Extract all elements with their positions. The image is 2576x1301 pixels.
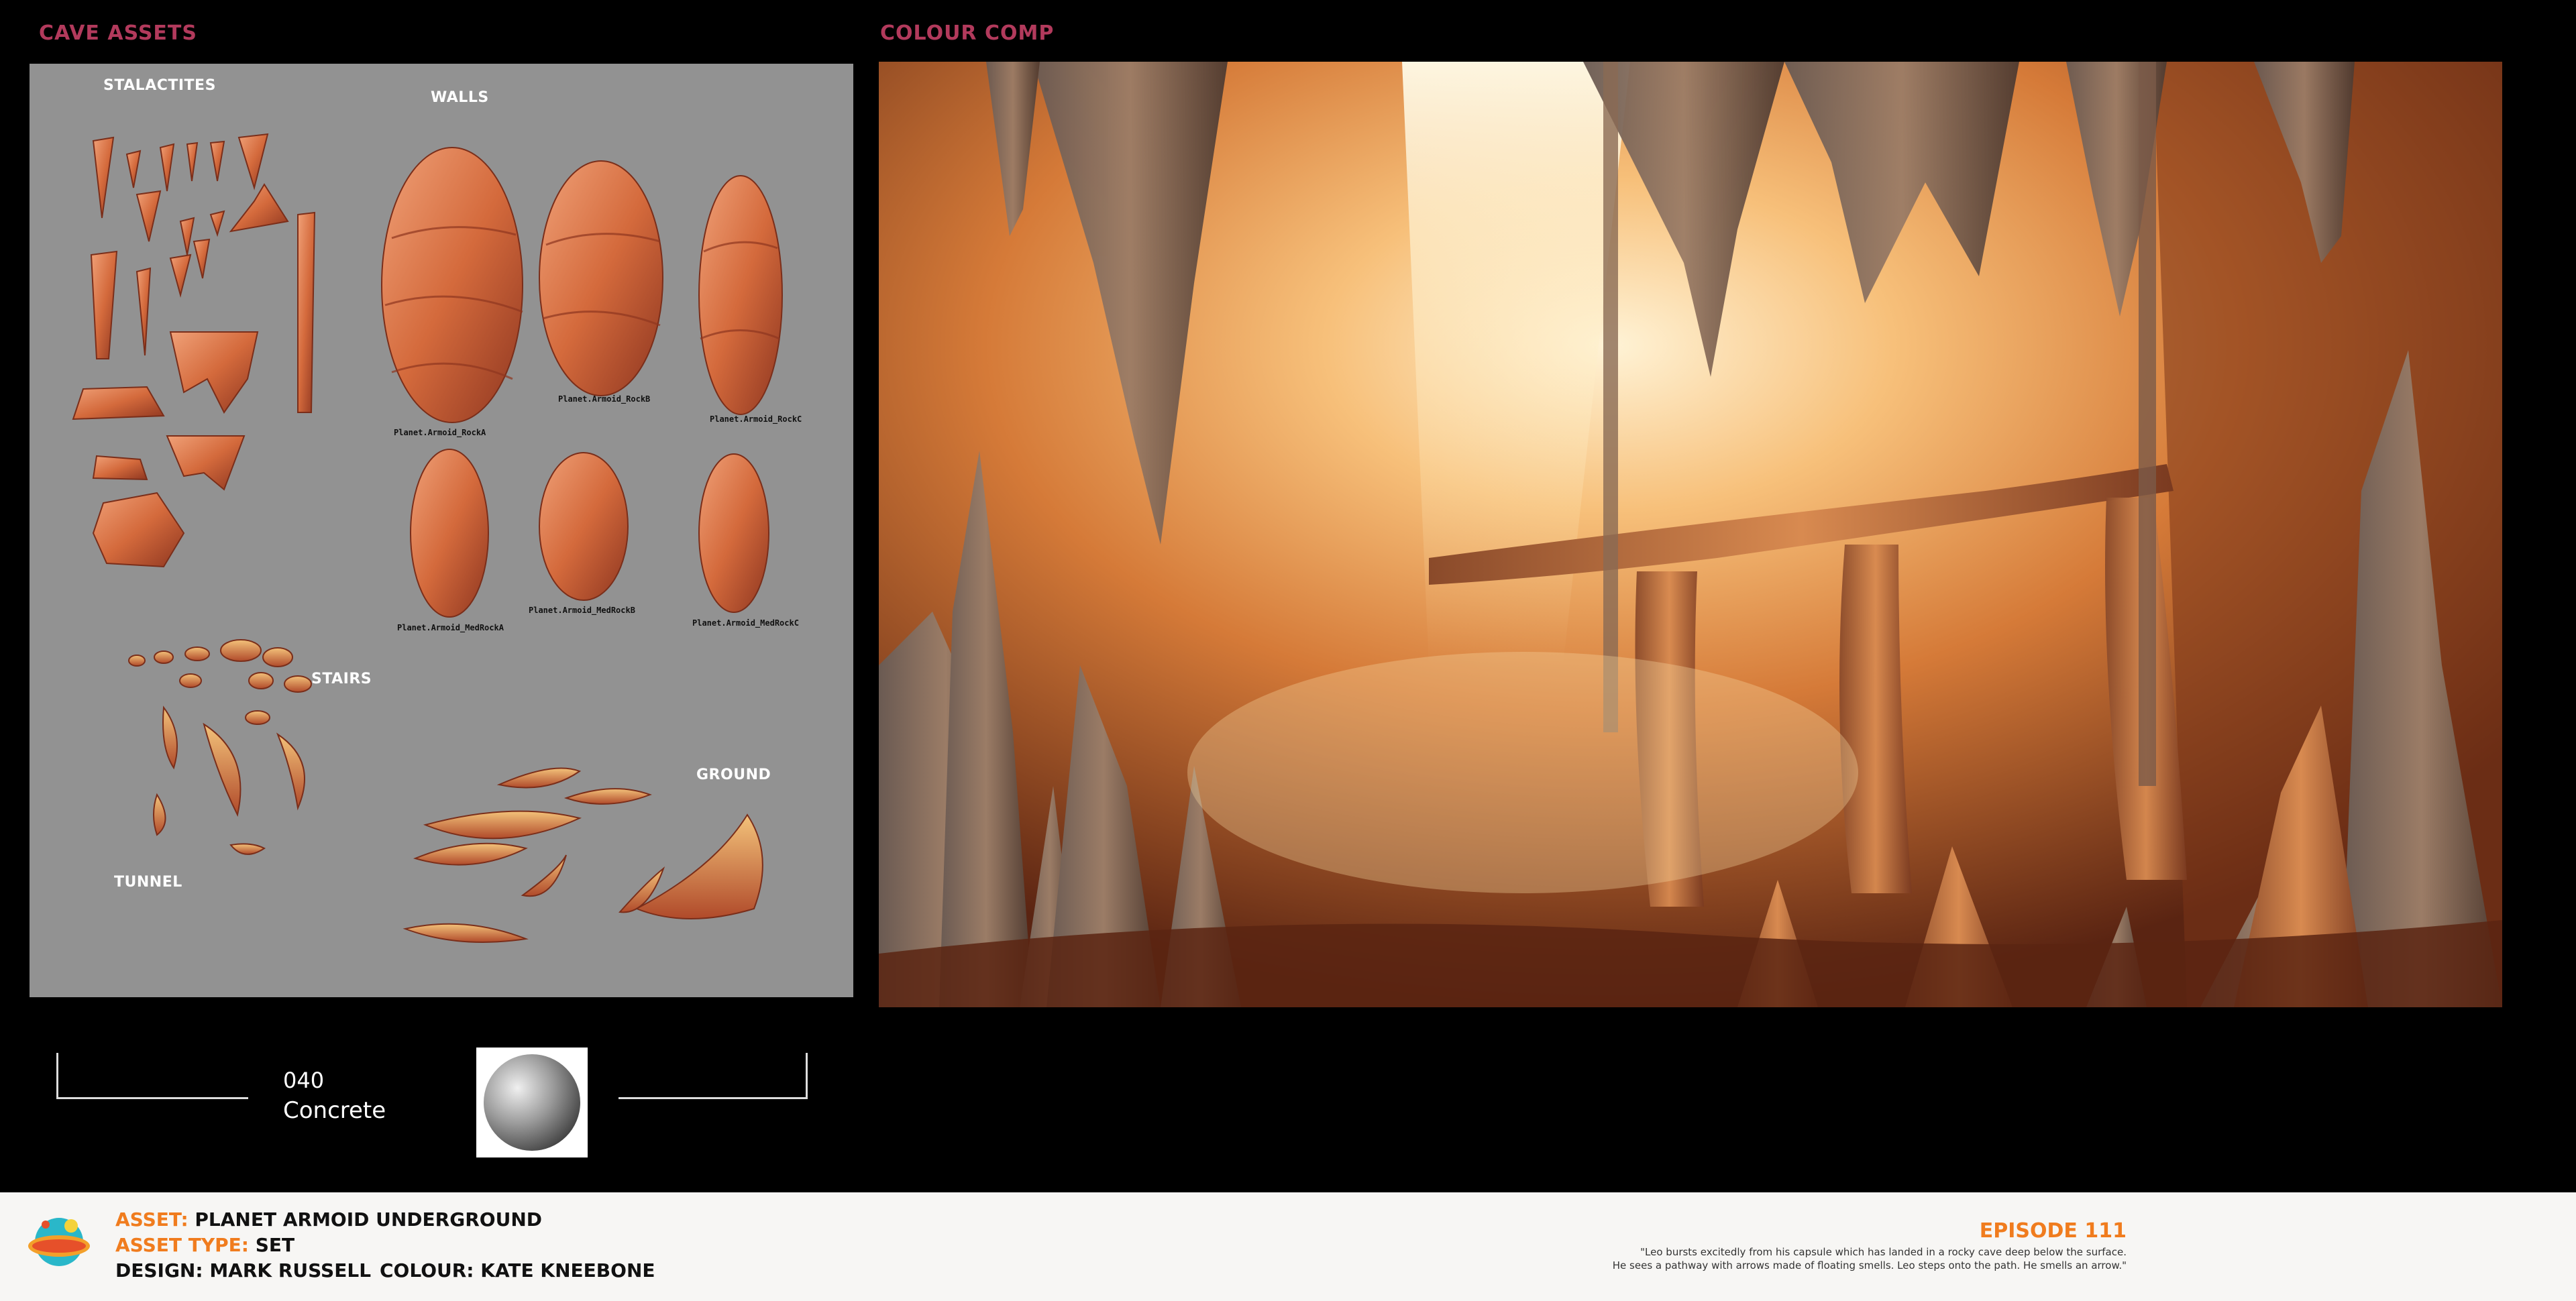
bracket-right-horizontal xyxy=(619,1097,808,1099)
material-name: Concrete xyxy=(283,1097,386,1124)
asset-type-value: SET xyxy=(255,1234,295,1256)
label-rock-a: Planet.Armoid_RockA xyxy=(394,428,486,437)
stairs-group xyxy=(128,639,312,855)
bracket-left-horizontal xyxy=(56,1097,248,1099)
synopsis-line-1: "Leo bursts excitedly from his capsule w… xyxy=(1640,1246,2127,1258)
asset-illustrations xyxy=(72,133,783,943)
label-rock-b: Planet.Armoid_RockB xyxy=(558,394,651,404)
show-logo-icon xyxy=(28,1218,90,1266)
episode-number: EPISODE 111 xyxy=(1979,1219,2127,1243)
asset-value: PLANET ARMOID UNDERGROUND xyxy=(195,1208,542,1231)
label-stairs: STAIRS xyxy=(311,671,372,687)
colour-comp-title: COLOUR COMP xyxy=(880,21,1055,45)
label-ground: GROUND xyxy=(696,767,771,783)
label-rock-c: Planet.Armoid_RockC xyxy=(710,414,802,424)
concrete-sphere-icon xyxy=(484,1054,580,1151)
asset-type-key: ASSET TYPE: xyxy=(115,1234,249,1256)
footer-info-bar: ASSET: PLANET ARMOID UNDERGROUND ASSET T… xyxy=(0,1192,2576,1301)
bracket-left-vertical xyxy=(56,1053,58,1098)
design-credit: DESIGN: MARK RUSSELL xyxy=(115,1259,372,1282)
asset-key: ASSET: xyxy=(115,1208,189,1231)
asset-sheet: STALACTITES WALLS STAIRS TUNNEL GROUND P… xyxy=(30,64,853,997)
walls-group xyxy=(381,147,783,618)
cave-painting xyxy=(879,62,2502,1007)
label-med-rock-b: Planet.Armoid_MedRockB xyxy=(529,606,635,615)
asset-type-line: ASSET TYPE: SET xyxy=(115,1234,294,1256)
asset-name-line: ASSET: PLANET ARMOID UNDERGROUND xyxy=(115,1208,542,1231)
label-med-rock-c: Planet.Armoid_MedRockC xyxy=(692,618,799,628)
ground-group xyxy=(402,767,763,943)
stalactites-group xyxy=(72,133,316,568)
label-tunnel: TUNNEL xyxy=(114,874,182,891)
bracket-right-vertical xyxy=(806,1053,808,1098)
material-swatch[interactable] xyxy=(476,1048,588,1157)
label-walls: WALLS xyxy=(431,89,489,106)
colour-credit: COLOUR: KATE KNEEBONE xyxy=(380,1259,655,1282)
colour-comp-painting xyxy=(879,62,2502,1007)
synopsis-line-2: He sees a pathway with arrows made of fl… xyxy=(1612,1259,2127,1271)
label-med-rock-a: Planet.Armoid_MedRockA xyxy=(397,623,504,632)
label-stalactites: STALACTITES xyxy=(103,77,216,94)
material-code: 040 xyxy=(283,1068,325,1093)
cave-assets-title: CAVE ASSETS xyxy=(39,21,197,45)
